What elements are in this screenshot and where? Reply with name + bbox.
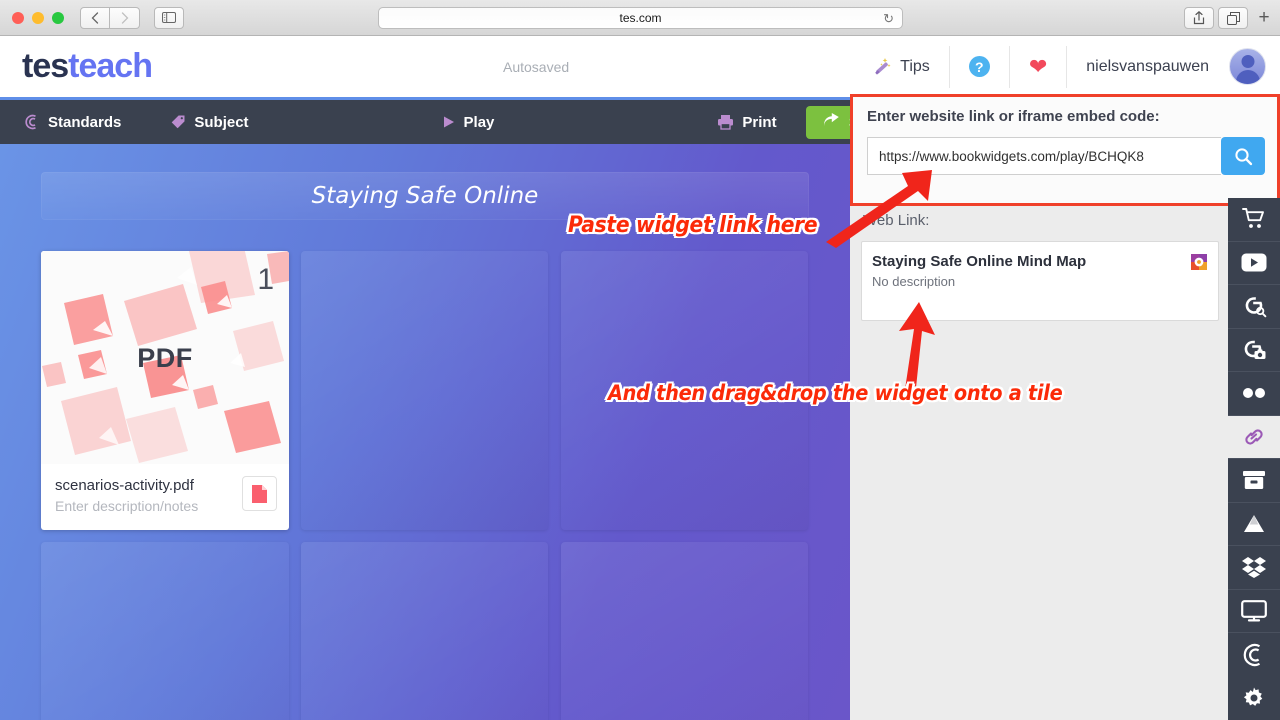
favorites-button[interactable]: ❤ bbox=[1008, 45, 1066, 88]
rail-item-dropbox[interactable] bbox=[1228, 546, 1280, 590]
annotation-paste-link: Paste widget link here bbox=[568, 213, 818, 238]
rail-item-google-drive[interactable] bbox=[1228, 503, 1280, 546]
magnifier-icon bbox=[1234, 147, 1252, 165]
pdf-tile-meta: scenarios-activity.pdf Enter description… bbox=[41, 464, 289, 530]
avatar[interactable] bbox=[1229, 48, 1266, 85]
rail-item-shopping-cart[interactable] bbox=[1228, 198, 1280, 242]
link-icon bbox=[1245, 429, 1263, 445]
header-actions: Tips ? ❤ nielsvanspauwen bbox=[851, 36, 1280, 97]
toolbar-print-label: Print bbox=[742, 113, 777, 131]
address-bar[interactable]: tes.com ↻ bbox=[378, 7, 903, 29]
browser-nav-buttons bbox=[80, 6, 140, 29]
toolbar-subject-button[interactable]: Subject bbox=[170, 113, 249, 131]
tile-number-badge: 1 bbox=[257, 263, 274, 296]
rail-item-google-search[interactable] bbox=[1228, 285, 1280, 329]
help-button[interactable]: ? bbox=[948, 45, 1009, 88]
app-header: testeach Autosaved Tips ? ❤ nielsvanspau… bbox=[0, 36, 1280, 97]
google-drive-icon bbox=[1244, 514, 1264, 532]
rail-item-files[interactable] bbox=[1228, 459, 1280, 503]
tab-overview-icon bbox=[1226, 11, 1240, 25]
toolbar-play-label: Play bbox=[463, 113, 495, 131]
share-icon bbox=[1193, 11, 1205, 25]
close-window-button[interactable] bbox=[12, 11, 24, 24]
pdf-file-icon bbox=[252, 484, 267, 503]
window-traffic-lights bbox=[12, 11, 64, 24]
share-arrow-icon bbox=[823, 112, 840, 132]
new-tab-button[interactable]: + bbox=[1252, 7, 1276, 29]
lesson-tile-empty-6[interactable] bbox=[561, 542, 808, 720]
magic-wand-icon bbox=[875, 57, 891, 75]
google-images-icon bbox=[1244, 340, 1266, 359]
logo-teach: teach bbox=[68, 47, 153, 85]
minimize-window-button[interactable] bbox=[32, 11, 44, 24]
app-root: tes.com ↻ + testeach Autosaved Tips ? ❤ … bbox=[0, 0, 1280, 720]
file-archive-icon bbox=[1243, 471, 1265, 490]
toolbar-print-button[interactable]: Print bbox=[717, 113, 777, 131]
pdf-thumbnail: PDF 1 bbox=[41, 251, 289, 464]
username-label: nielsvanspauwen bbox=[1086, 57, 1209, 75]
play-icon bbox=[442, 115, 456, 129]
browser-right-buttons: + bbox=[1184, 7, 1276, 29]
creative-commons-icon bbox=[1243, 643, 1261, 666]
pdf-type-label: PDF bbox=[137, 343, 193, 373]
chevron-left-icon bbox=[91, 11, 99, 24]
rail-item-creative-commons[interactable] bbox=[1228, 633, 1280, 676]
lesson-tile-empty-5[interactable] bbox=[301, 542, 548, 720]
web-link-result-title: Staying Safe Online Mind Map bbox=[872, 253, 1087, 270]
question-mark-icon: ? bbox=[968, 56, 990, 77]
tips-button[interactable]: Tips bbox=[851, 46, 949, 88]
web-link-result-description: No description bbox=[872, 274, 956, 289]
reload-icon[interactable]: ↻ bbox=[883, 11, 894, 27]
sidebar-toggle-button[interactable] bbox=[154, 6, 184, 29]
tag-icon bbox=[170, 114, 186, 130]
media-source-rail bbox=[1228, 198, 1280, 720]
toolbar-play-button[interactable]: Play bbox=[442, 113, 495, 131]
toolbar-standards-button[interactable]: Standards bbox=[24, 114, 121, 131]
google-search-icon bbox=[1245, 297, 1267, 318]
screen-icon bbox=[1241, 599, 1267, 622]
dropbox-icon bbox=[1242, 557, 1266, 579]
toolbar-standards-label: Standards bbox=[48, 113, 122, 131]
rail-item-screen[interactable] bbox=[1228, 590, 1280, 633]
lesson-tile-empty-2[interactable] bbox=[301, 251, 548, 530]
toolbar-subject-label: Subject bbox=[194, 113, 249, 131]
tab-overview-button[interactable] bbox=[1218, 7, 1248, 29]
rail-item-youtube[interactable] bbox=[1228, 242, 1280, 285]
forward-button[interactable] bbox=[110, 6, 140, 29]
arrow-to-input bbox=[826, 170, 932, 248]
user-menu[interactable]: nielsvanspauwen bbox=[1066, 45, 1280, 88]
tes-teach-logo[interactable]: testeach bbox=[22, 47, 153, 86]
chevron-right-icon bbox=[121, 11, 128, 24]
rail-item-web-link[interactable] bbox=[1228, 415, 1280, 459]
maximize-window-button[interactable] bbox=[52, 11, 64, 24]
share-button[interactable] bbox=[1184, 7, 1214, 29]
back-button[interactable] bbox=[80, 6, 110, 29]
shopping-cart-icon bbox=[1242, 208, 1264, 229]
pdf-file-button[interactable] bbox=[242, 476, 277, 511]
lesson-tile-pdf[interactable]: PDF 1 scenarios-activity.pdf Enter descr… bbox=[41, 251, 289, 530]
browser-chrome: tes.com ↻ + bbox=[0, 0, 1280, 36]
autosave-status: Autosaved bbox=[503, 58, 570, 75]
lesson-tile-empty-4[interactable] bbox=[41, 542, 289, 720]
heart-icon: ❤ bbox=[1028, 53, 1048, 79]
web-link-search-button[interactable] bbox=[1221, 137, 1265, 175]
tips-label: Tips bbox=[900, 57, 930, 75]
flickr-icon bbox=[1243, 388, 1265, 399]
address-bar-text: tes.com bbox=[619, 11, 662, 25]
youtube-icon bbox=[1241, 253, 1267, 272]
web-link-prompt-label: Enter website link or iframe embed code: bbox=[867, 108, 1160, 125]
rail-item-flickr[interactable] bbox=[1228, 372, 1280, 416]
standards-icon bbox=[24, 114, 40, 130]
logo-tes: tes bbox=[22, 47, 69, 85]
rail-item-google-images[interactable] bbox=[1228, 329, 1280, 372]
bookwidgets-favicon bbox=[1191, 254, 1207, 270]
rail-item-settings[interactable] bbox=[1228, 676, 1280, 719]
sidebar-toggle-icon bbox=[162, 12, 176, 23]
gear-icon bbox=[1243, 687, 1263, 707]
printer-icon bbox=[717, 114, 734, 130]
annotation-drag-drop: And then drag&drop the widget onto a til… bbox=[608, 381, 1063, 405]
